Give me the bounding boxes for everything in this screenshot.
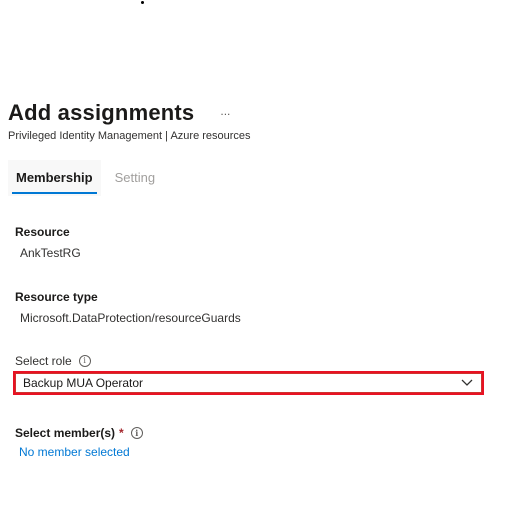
tab-bar: Membership Setting	[8, 160, 163, 196]
no-member-selected-link[interactable]: No member selected	[19, 445, 130, 459]
select-role-label-row: Select role i	[15, 354, 91, 368]
required-indicator: *	[119, 426, 124, 440]
select-role-dropdown[interactable]: Backup MUA Operator	[13, 371, 484, 395]
select-members-label-row: Select member(s) * i	[15, 426, 143, 440]
cursor-dot	[141, 1, 144, 4]
resource-value: AnkTestRG	[20, 246, 81, 260]
resource-type-value: Microsoft.DataProtection/resourceGuards	[20, 311, 241, 325]
page-subtitle: Privileged Identity Management | Azure r…	[8, 130, 251, 142]
info-icon[interactable]: i	[130, 427, 143, 439]
select-role-label: Select role	[15, 354, 72, 368]
select-role-value: Backup MUA Operator	[23, 376, 144, 390]
more-icon[interactable]: ...	[216, 103, 234, 119]
blade-header: Add assignments ... Privileged Identity …	[8, 100, 508, 142]
tab-membership[interactable]: Membership	[8, 160, 101, 196]
info-icon[interactable]: i	[78, 355, 91, 367]
page: Add assignments ... Privileged Identity …	[0, 0, 517, 507]
select-members-label: Select member(s)	[15, 426, 116, 440]
tab-setting[interactable]: Setting	[107, 160, 163, 196]
chevron-down-icon	[460, 376, 474, 390]
page-title: Add assignments	[8, 100, 195, 125]
resource-label: Resource	[15, 225, 70, 239]
title-row: Add assignments ...	[8, 100, 508, 126]
resource-type-label: Resource type	[15, 290, 98, 304]
